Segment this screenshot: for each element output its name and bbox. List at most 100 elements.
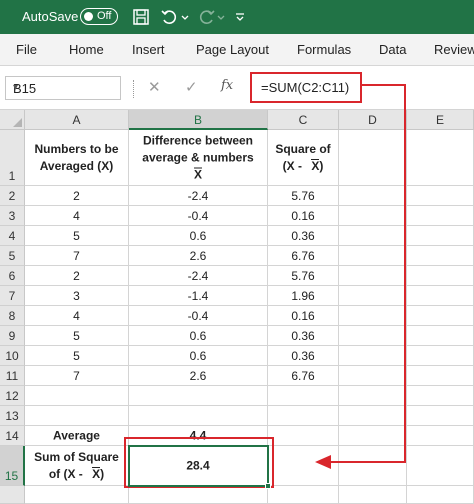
save-icon[interactable] bbox=[132, 8, 150, 26]
cancel-icon[interactable]: ✕ bbox=[148, 78, 161, 96]
column-header-c[interactable]: C bbox=[268, 110, 339, 130]
customize-toolbar-icon[interactable] bbox=[234, 8, 246, 26]
table-cell[interactable]: -2.4 bbox=[129, 266, 268, 286]
row-header-11[interactable]: 11 bbox=[0, 366, 25, 386]
table-cell[interactable]: -1.4 bbox=[129, 286, 268, 306]
row-header-6[interactable]: 6 bbox=[0, 266, 25, 286]
table-cell[interactable]: 0.6 bbox=[129, 346, 268, 366]
table-cell[interactable] bbox=[407, 366, 474, 386]
table-cell[interactable]: 5 bbox=[25, 346, 129, 366]
table-cell[interactable]: 5 bbox=[25, 326, 129, 346]
cell-d14[interactable] bbox=[339, 426, 407, 446]
active-cell-selection[interactable] bbox=[128, 445, 271, 489]
undo-dropdown-icon[interactable] bbox=[180, 8, 190, 26]
table-cell[interactable] bbox=[407, 326, 474, 346]
row-header-1[interactable]: 1 bbox=[0, 130, 25, 186]
cell-e15[interactable] bbox=[407, 446, 474, 486]
table-cell[interactable]: -2.4 bbox=[129, 186, 268, 206]
table-cell[interactable] bbox=[339, 266, 407, 286]
tab-review[interactable]: Review bbox=[434, 42, 474, 57]
table-cell[interactable] bbox=[339, 206, 407, 226]
row-header-9[interactable]: 9 bbox=[0, 326, 25, 346]
cell-d16[interactable] bbox=[339, 486, 407, 504]
row-header-12[interactable]: 12 bbox=[0, 386, 25, 406]
table-cell[interactable] bbox=[407, 306, 474, 326]
table-cell[interactable]: 0.16 bbox=[268, 206, 339, 226]
table-cell[interactable] bbox=[407, 266, 474, 286]
name-box-dropdown-icon[interactable]: ▾ bbox=[13, 82, 115, 93]
table-cell[interactable]: 4 bbox=[25, 306, 129, 326]
cell-a16[interactable] bbox=[25, 486, 129, 504]
table-cell[interactable]: 6.76 bbox=[268, 246, 339, 266]
table-cell[interactable]: 0.36 bbox=[268, 326, 339, 346]
cell-d13[interactable] bbox=[339, 406, 407, 426]
row-header-15[interactable]: 15 bbox=[0, 446, 25, 486]
cell-a12[interactable] bbox=[25, 386, 129, 406]
cell-a1[interactable]: Numbers to be Averaged (X) bbox=[25, 130, 129, 186]
cell-b13[interactable] bbox=[129, 406, 268, 426]
cell-a15[interactable]: Sum of Square of (X - X) bbox=[25, 446, 129, 486]
column-header-d[interactable]: D bbox=[339, 110, 407, 130]
cell-e12[interactable] bbox=[407, 386, 474, 406]
cell-e16[interactable] bbox=[407, 486, 474, 504]
table-cell[interactable]: 7 bbox=[25, 246, 129, 266]
tab-data[interactable]: Data bbox=[379, 42, 406, 57]
table-cell[interactable]: -0.4 bbox=[129, 206, 268, 226]
cell-b16[interactable] bbox=[129, 486, 268, 504]
formula-input[interactable]: =SUM(C2:C11) bbox=[250, 72, 362, 103]
table-cell[interactable] bbox=[339, 286, 407, 306]
table-cell[interactable] bbox=[407, 246, 474, 266]
cell-c13[interactable] bbox=[268, 406, 339, 426]
cell-d12[interactable] bbox=[339, 386, 407, 406]
table-cell[interactable]: 0.16 bbox=[268, 306, 339, 326]
enter-icon[interactable]: ✓ bbox=[185, 78, 198, 96]
row-header-13[interactable]: 13 bbox=[0, 406, 25, 426]
table-cell[interactable]: 1.96 bbox=[268, 286, 339, 306]
cell-b12[interactable] bbox=[129, 386, 268, 406]
fill-handle[interactable] bbox=[265, 483, 271, 489]
table-cell[interactable]: 2.6 bbox=[129, 246, 268, 266]
table-cell[interactable]: 5 bbox=[25, 226, 129, 246]
table-cell[interactable]: 2.6 bbox=[129, 366, 268, 386]
cell-e1[interactable] bbox=[407, 130, 474, 186]
worksheet-grid[interactable]: A B C D E 1 2 3 4 5 6 7 8 9 10 11 12 13 … bbox=[0, 110, 474, 504]
cell-d15[interactable] bbox=[339, 446, 407, 486]
cell-c1[interactable]: Square of (X - X) bbox=[268, 130, 339, 186]
table-cell[interactable] bbox=[407, 226, 474, 246]
cell-a13[interactable] bbox=[25, 406, 129, 426]
cell-c16[interactable] bbox=[268, 486, 339, 504]
cell-a14[interactable]: Average bbox=[25, 426, 129, 446]
cell-c14[interactable] bbox=[268, 426, 339, 446]
table-cell[interactable] bbox=[339, 346, 407, 366]
table-cell[interactable] bbox=[407, 206, 474, 226]
column-header-b[interactable]: B bbox=[129, 110, 268, 130]
column-header-e[interactable]: E bbox=[407, 110, 474, 130]
table-cell[interactable] bbox=[407, 186, 474, 206]
autosave-toggle[interactable]: Off bbox=[80, 8, 118, 25]
tab-page-layout[interactable]: Page Layout bbox=[196, 42, 269, 57]
table-cell[interactable] bbox=[407, 286, 474, 306]
cell-e13[interactable] bbox=[407, 406, 474, 426]
table-cell[interactable] bbox=[339, 186, 407, 206]
table-cell[interactable]: 2 bbox=[25, 266, 129, 286]
cell-b1[interactable]: Difference between average & numbers X bbox=[129, 130, 268, 186]
undo-icon[interactable] bbox=[160, 8, 178, 26]
tab-file[interactable]: File bbox=[16, 42, 37, 57]
cell-c15[interactable] bbox=[268, 446, 339, 486]
row-header-3[interactable]: 3 bbox=[0, 206, 25, 226]
table-cell[interactable] bbox=[339, 226, 407, 246]
table-cell[interactable]: 6.76 bbox=[268, 366, 339, 386]
cell-e14[interactable] bbox=[407, 426, 474, 446]
name-box[interactable]: B15 ▾ bbox=[5, 76, 121, 100]
cell-d1[interactable] bbox=[339, 130, 407, 186]
column-header-a[interactable]: A bbox=[25, 110, 129, 130]
cell-c12[interactable] bbox=[268, 386, 339, 406]
table-cell[interactable] bbox=[339, 366, 407, 386]
table-cell[interactable]: 7 bbox=[25, 366, 129, 386]
table-cell[interactable]: 3 bbox=[25, 286, 129, 306]
row-header-4[interactable]: 4 bbox=[0, 226, 25, 246]
table-cell[interactable] bbox=[339, 246, 407, 266]
table-cell[interactable]: 5.76 bbox=[268, 186, 339, 206]
table-cell[interactable]: -0.4 bbox=[129, 306, 268, 326]
table-cell[interactable]: 0.36 bbox=[268, 226, 339, 246]
